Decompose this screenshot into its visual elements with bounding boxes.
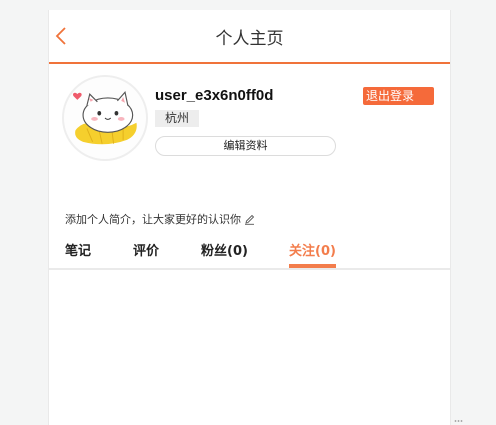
avatar[interactable] xyxy=(62,75,148,161)
bio-link[interactable]: 添加个人简介，让大家更好的认识你 xyxy=(65,211,255,227)
profile-page: 个人主页 user_e3x6n0ff0d 杭州 编辑资料 退出登录 添加个人简介… xyxy=(48,10,451,425)
tab-reviews[interactable]: 评价 xyxy=(133,240,159,259)
cat-avatar-icon xyxy=(64,77,146,159)
bio-text: 添加个人简介，让大家更好的认识你 xyxy=(65,213,241,226)
pencil-icon xyxy=(245,214,255,225)
tab-notes[interactable]: 笔记 xyxy=(65,240,91,259)
edit-profile-button[interactable]: 编辑资料 xyxy=(155,136,336,156)
resize-handle-icon xyxy=(454,420,463,422)
tab-content xyxy=(49,270,450,425)
page-title: 个人主页 xyxy=(215,29,284,49)
tab-following[interactable]: 关注(0) xyxy=(289,240,336,259)
tab-bar: 笔记 评价 粉丝(0) 关注(0) xyxy=(49,238,450,270)
active-tab-indicator xyxy=(289,264,336,268)
logout-button[interactable]: 退出登录 xyxy=(363,87,434,105)
username: user_e3x6n0ff0d xyxy=(155,87,274,104)
top-bar: 个人主页 xyxy=(49,10,450,64)
tab-followers[interactable]: 粉丝(0) xyxy=(201,240,248,259)
city-tag: 杭州 xyxy=(155,110,200,127)
